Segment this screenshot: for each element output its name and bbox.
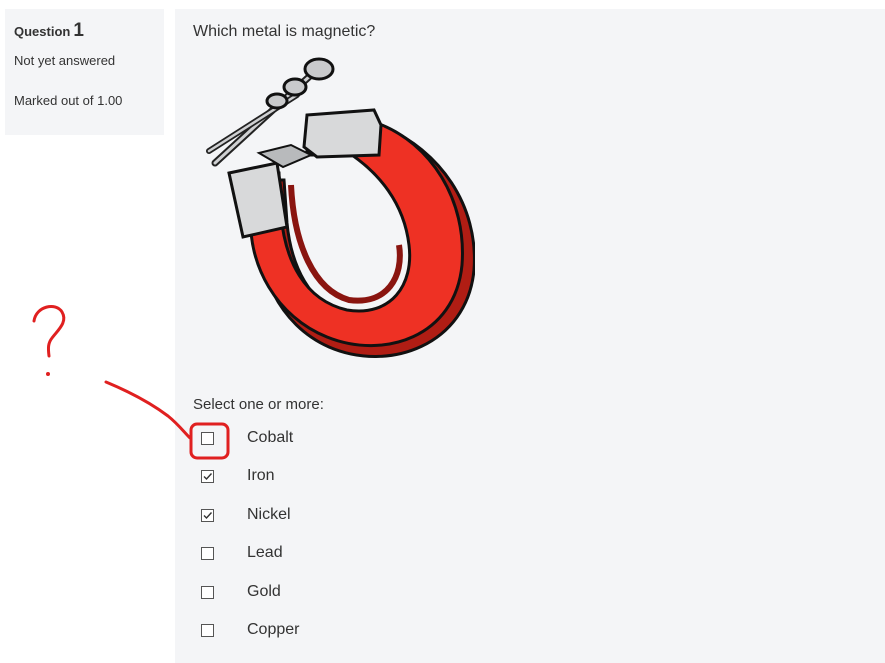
answer-label: Gold — [247, 583, 281, 600]
answer-option-copper[interactable]: Copper — [201, 619, 401, 641]
checkbox[interactable] — [201, 431, 214, 445]
question-label: Question — [14, 24, 71, 39]
question-heading: Question 1 — [14, 19, 164, 43]
checkbox[interactable] — [201, 585, 214, 599]
answer-label: Cobalt — [247, 429, 294, 446]
answer-label: Copper — [247, 621, 300, 638]
question-content-panel: Which metal is magnetic? Select one or m… — [175, 9, 885, 663]
magnet-top-tip — [302, 108, 383, 159]
answer-label: Lead — [247, 544, 283, 561]
magnet-left-tip — [227, 161, 289, 239]
question-number: 1 — [73, 20, 84, 41]
question-info-panel: Question 1 Not yet answered Marked out of… — [5, 9, 164, 135]
checkbox[interactable] — [201, 469, 214, 483]
checkbox[interactable] — [201, 623, 214, 637]
checkmark-icon — [203, 472, 213, 480]
answer-option-cobalt[interactable]: Cobalt — [201, 427, 401, 449]
checkbox[interactable] — [201, 546, 214, 560]
answer-label: Iron — [247, 467, 275, 484]
answer-option-iron[interactable]: Iron — [201, 465, 401, 487]
checkmark-icon — [203, 511, 213, 519]
nail-head-1 — [303, 57, 335, 81]
answer-option-gold[interactable]: Gold — [201, 581, 401, 603]
nail-head-2 — [282, 77, 308, 97]
answer-prompt: Select one or more: — [193, 396, 324, 413]
answer-label: Nickel — [247, 506, 291, 523]
horseshoe-magnet-image — [206, 57, 475, 358]
question-text: Which metal is magnetic? — [193, 23, 376, 40]
question-grade: Marked out of 1.00 — [14, 93, 123, 108]
question-state: Not yet answered — [14, 53, 116, 68]
answer-option-lead[interactable]: Lead — [201, 542, 401, 564]
annotation-question-mark-dot — [46, 372, 50, 376]
answer-option-nickel[interactable]: Nickel — [201, 504, 401, 526]
checkbox[interactable] — [201, 508, 214, 522]
nail-head-3 — [265, 92, 289, 110]
annotation-question-mark-stroke — [32, 305, 66, 358]
